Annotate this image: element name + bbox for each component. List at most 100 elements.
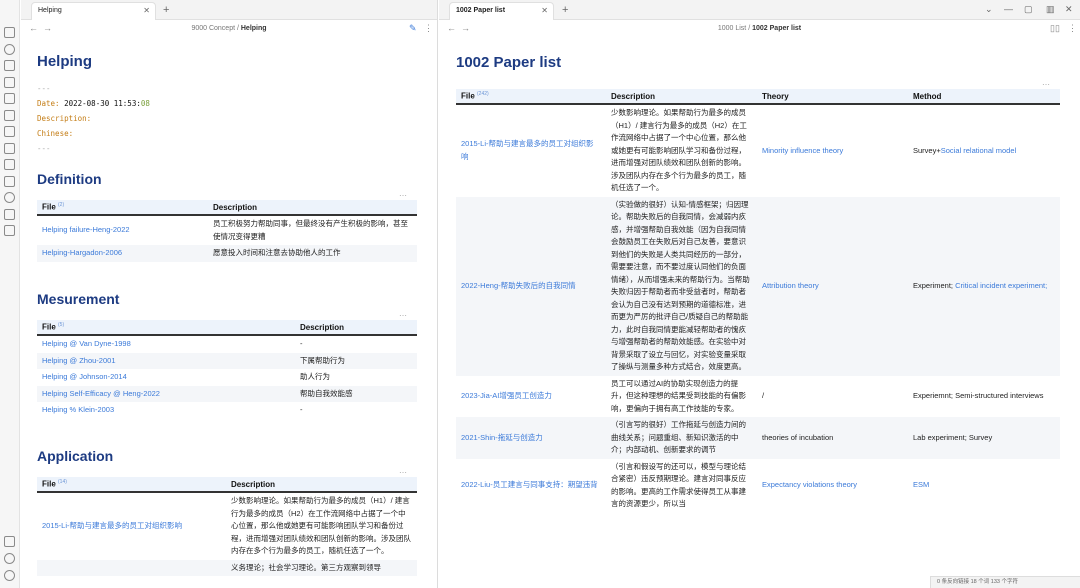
col-file[interactable]: File (5) — [37, 320, 295, 336]
help-icon[interactable] — [4, 553, 15, 564]
edit-icon[interactable]: ✎ — [409, 20, 417, 37]
method-link[interactable]: ESM — [913, 480, 929, 489]
method-cell: Lab experiment; Survey — [908, 417, 1060, 459]
left-nav-bar: ← → 9000 Concept / Helping ✎ ⋮ — [21, 20, 437, 37]
more-options-icon[interactable]: ⋮ — [424, 20, 433, 37]
table-row: Helping % Klein-2003 - — [37, 402, 417, 419]
col-method[interactable]: Method — [908, 89, 1060, 105]
breadcrumb: 9000 Concept / Helping — [21, 20, 437, 37]
breadcrumb-parent[interactable]: 9000 Concept — [191, 25, 235, 32]
database-icon[interactable] — [4, 225, 15, 236]
file-link[interactable]: Helping-Hargadon-2006 — [42, 248, 122, 257]
close-icon[interactable]: ✕ — [541, 3, 548, 19]
col-file[interactable]: File (2) — [37, 200, 208, 216]
col-description[interactable]: Description — [208, 200, 417, 216]
right-nav-bar: ← → 1000 List / 1002 Paper list ▯▯ ⋮ — [439, 20, 1080, 37]
calendar-icon[interactable] — [4, 110, 15, 121]
description-cell: 少数影响理论。如果帮助行为最多的成员（H1）/ 建言行为最多的成员（H2）在工作… — [611, 108, 747, 192]
date-key: Date: — [37, 99, 60, 108]
file-link[interactable]: Helping % Klein-2003 — [42, 405, 114, 414]
new-tab-icon[interactable]: + — [163, 3, 169, 17]
measurement-table: File (5) Description Helping @ Van Dyne-1… — [37, 320, 417, 419]
col-description[interactable]: Description — [295, 320, 417, 336]
date-value-tail: 08 — [140, 99, 150, 108]
more-options-icon[interactable]: ⋮ — [1068, 20, 1077, 37]
minimize-icon[interactable]: — — [1004, 2, 1013, 16]
table-row: Helping @ Zhou-2001 下属帮助行为 — [37, 352, 417, 369]
breadcrumb-current: 1002 Paper list — [752, 25, 802, 32]
tab-title: 1002 Paper list — [456, 7, 506, 14]
right-tab-bar: 1002 Paper list ✕ + ⌄ — ▢ ▥ ✕ — [439, 0, 1080, 20]
branch-icon[interactable] — [4, 93, 15, 104]
table-handle-icon[interactable]: ⋯ — [399, 468, 407, 477]
table-handle-icon[interactable]: ⋯ — [399, 311, 407, 320]
files-icon[interactable] — [4, 27, 15, 38]
file-link[interactable]: 2021-Shin-拖延与创造力 — [461, 433, 543, 442]
pen-icon[interactable] — [4, 60, 15, 71]
history-icon[interactable] — [4, 192, 15, 203]
method-cell: Experiemnt; Semi-structured interviews — [913, 391, 1044, 400]
maximize-icon[interactable]: ▢ — [1024, 2, 1033, 16]
file-link[interactable]: 2015-Li-帮助与建言最多的员工对组织影响 — [42, 521, 182, 530]
graph-icon[interactable] — [4, 44, 15, 55]
file-count: (2) — [58, 202, 65, 209]
file-link[interactable]: Helping @ Van Dyne-1998 — [42, 339, 131, 348]
file-count: (5) — [58, 322, 65, 329]
left-ribbon — [0, 0, 20, 588]
file-link[interactable]: 2015-Li-帮助与建言最多的员工对组织影响 — [461, 139, 594, 161]
sidebar-toggle-icon[interactable]: ▥ — [1046, 2, 1055, 16]
theory-cell: theories of incubation — [757, 417, 908, 459]
description-cell: 助人行为 — [300, 372, 330, 381]
close-window-icon[interactable]: ✕ — [1065, 2, 1073, 16]
table-row: Helping Self-Efficacy @ Heng-2022 帮助自我效能感 — [37, 385, 417, 402]
col-description[interactable]: Description — [226, 477, 417, 493]
description-cell: 下属帮助行为 — [295, 352, 417, 369]
file-link[interactable]: Helping Self-Efficacy @ Heng-2022 — [42, 389, 160, 398]
page-title: Helping — [37, 53, 92, 70]
theory-cell: / — [762, 391, 765, 400]
table-icon[interactable] — [4, 176, 15, 187]
tab-paper-list[interactable]: 1002 Paper list ✕ — [449, 2, 554, 20]
page-title: 1002 Paper list — [456, 54, 562, 71]
description-cell: 义务理论；社会学习理论。第三方观察到领导 — [226, 559, 417, 576]
template-icon[interactable] — [4, 126, 15, 137]
table-handle-icon[interactable]: ⋯ — [1042, 80, 1050, 89]
col-file[interactable]: File (14) — [37, 477, 226, 493]
file-link[interactable]: 2022-Heng-帮助失败后的自我同情 — [461, 281, 576, 290]
reading-view-icon[interactable]: ▯▯ — [1050, 20, 1060, 37]
breadcrumb: 1000 List / 1002 Paper list — [439, 20, 1080, 37]
settings-icon[interactable] — [4, 570, 15, 581]
terminal-icon[interactable] — [4, 143, 15, 154]
chevron-down-icon[interactable]: ⌄ — [985, 2, 993, 16]
definition-heading: Definition — [37, 171, 102, 187]
slides-icon[interactable] — [4, 209, 15, 220]
method-cell: Survey+Social relational model — [908, 104, 1060, 197]
col-description[interactable]: Description — [606, 89, 757, 105]
close-icon[interactable]: ✕ — [143, 3, 150, 19]
file-link[interactable]: Helping failure-Heng-2022 — [42, 225, 130, 234]
file-link[interactable]: 2023-Jia-AI增强员工创造力 — [461, 391, 552, 400]
tab-helping[interactable]: Helping ✕ — [31, 2, 156, 20]
sort-icon[interactable] — [4, 159, 15, 170]
tab-title: Helping — [38, 7, 62, 14]
method-link[interactable]: Critical incident experiment; — [955, 281, 1047, 290]
theory-link[interactable]: Expectancy violations theory — [762, 480, 857, 489]
vault-icon[interactable] — [4, 536, 15, 547]
application-heading: Application — [37, 448, 114, 464]
breadcrumb-parent[interactable]: 1000 List — [718, 25, 746, 32]
new-tab-icon[interactable]: + — [562, 3, 568, 17]
description-cell: - — [300, 405, 303, 414]
theory-link[interactable]: Attribution theory — [762, 281, 819, 290]
description-key: Description: — [37, 114, 92, 123]
file-link[interactable]: Helping @ Zhou-2001 — [42, 356, 116, 365]
description-cell: （引言写的很好）工作拖延与创造力间的曲线关系；问题重组、新知识激活的中介；内部动… — [606, 417, 757, 459]
table-row: 2015-Li-帮助与建言最多的员工对组织影响 少数影响理论。如果帮助行为最多的成… — [37, 492, 417, 560]
table-handle-icon[interactable]: ⋯ — [399, 191, 407, 200]
copy-icon[interactable] — [4, 77, 15, 88]
col-theory[interactable]: Theory — [757, 89, 908, 105]
col-file[interactable]: File (242) — [456, 89, 606, 105]
method-link[interactable]: Social relational model — [941, 146, 1016, 155]
theory-link[interactable]: Minority influence theory — [762, 146, 843, 155]
file-link[interactable]: Helping @ Johnson-2014 — [42, 372, 127, 381]
file-link[interactable]: 2022-Liu-员工建言与同事支持：期望违背 — [461, 480, 598, 489]
